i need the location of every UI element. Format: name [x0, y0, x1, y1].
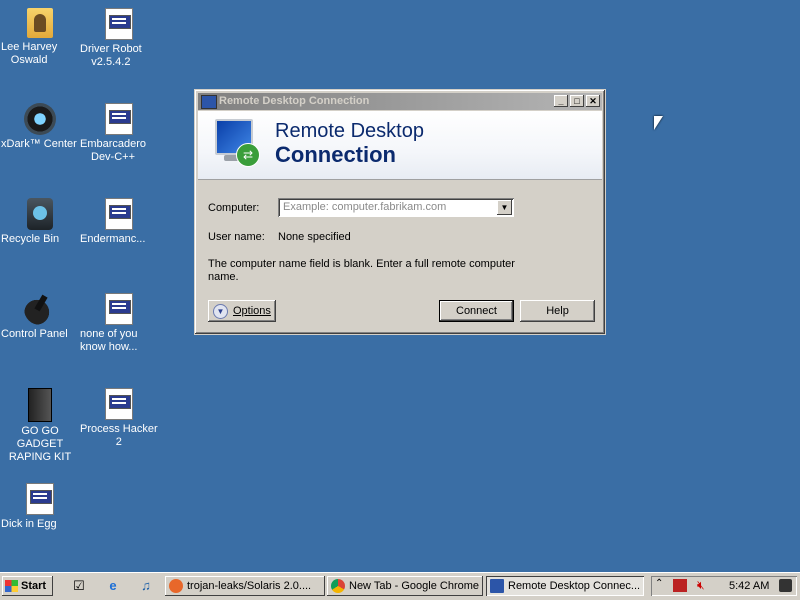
internet-explorer-icon[interactable]: e — [105, 578, 121, 594]
folder-icon — [27, 8, 53, 38]
volume-muted-icon[interactable]: 🔇︎ — [697, 578, 705, 593]
document-icon — [105, 388, 133, 420]
system-tray: ⌃ 🔇︎ 5:42 AM — [651, 576, 797, 596]
expand-circle-icon: ▼ — [213, 304, 228, 319]
desktop-icon-xdark-center[interactable]: xDark™ Center — [0, 103, 80, 150]
rdp-window: Remote Desktop Connection _ □ ✕ ⇄ Remote… — [194, 89, 606, 335]
connection-arrows-icon: ⇄ — [236, 143, 260, 167]
start-button[interactable]: Start — [2, 576, 53, 596]
tray-app-icon[interactable] — [779, 579, 792, 592]
desktop-icon-recycle-bin[interactable]: Recycle Bin — [0, 198, 80, 245]
ring-icon — [24, 103, 56, 135]
desktop-icon-endermanc[interactable]: Endermanc... — [79, 198, 159, 245]
document-icon — [26, 483, 54, 515]
desktop-icon-label: Dick in Egg — [1, 518, 57, 530]
document-icon — [105, 198, 133, 230]
taskbar-item-label: Remote Desktop Connec... — [508, 580, 641, 592]
document-icon — [105, 8, 133, 40]
computer-label: Computer: — [208, 202, 260, 214]
desktop-icon-process-hacker[interactable]: Process Hacker 2 — [79, 388, 159, 448]
desktop-icon-label: Process Hacker 2 — [80, 423, 158, 448]
maximize-button[interactable]: □ — [570, 95, 584, 107]
clock[interactable]: 5:42 AM — [729, 576, 769, 596]
minimize-button[interactable]: _ — [554, 95, 568, 107]
taskbar-item-trojan-leaks[interactable]: trojan-leaks/Solaris 2.0.... — [165, 576, 325, 596]
window-titlebar[interactable]: Remote Desktop Connection _ □ ✕ — [198, 93, 602, 110]
tray-expand-icon[interactable]: ⌃ — [655, 578, 663, 589]
document-icon — [105, 103, 133, 135]
rdp-banner: ⇄ Remote Desktop Connection — [198, 111, 602, 180]
help-button[interactable]: Help — [520, 300, 595, 322]
desktop-icon-label: none of you know how... — [80, 328, 138, 353]
banner-title-line1: Remote Desktop — [275, 120, 424, 142]
document-icon — [105, 293, 133, 325]
taskbar-item-label: New Tab - Google Chrome — [349, 580, 480, 592]
start-label: Start — [21, 580, 47, 592]
desktop-icon-dick-in-egg[interactable]: Dick in Egg — [0, 483, 80, 530]
desktop-icon-embarcadero[interactable]: Embarcadero Dev-C++ — [79, 103, 159, 163]
desktop-icon-label: Endermanc... — [80, 233, 146, 245]
banner-title-line2: Connection — [275, 142, 396, 167]
desktop-icon-lee-harvey-oswald[interactable]: Lee Harvey Oswald — [0, 8, 80, 66]
taskbar-item-chrome[interactable]: New Tab - Google Chrome — [327, 576, 483, 596]
gadget-icon — [28, 388, 52, 422]
rdp-app-icon — [201, 95, 217, 109]
desktop-icon-none-of-you[interactable]: none of you know how... — [79, 293, 159, 353]
desktop-icon-label: GO GO GADGET RAPING KIT — [8, 425, 72, 463]
recycle-bin-icon — [27, 198, 53, 230]
desktop-icon-label: Recycle Bin — [1, 233, 60, 245]
desktop-icon-control-panel[interactable]: Control Panel — [0, 293, 80, 340]
connect-button[interactable]: Connect — [439, 300, 514, 322]
media-player-icon[interactable]: ♫ — [138, 578, 154, 594]
username-value: None specified — [278, 231, 351, 243]
firefox-icon — [169, 579, 183, 593]
taskbar: Start ☑ e ♫ trojan-leaks/Solaris 2.0....… — [0, 572, 800, 600]
username-label: User name: — [208, 231, 265, 243]
desktop-icon-driver-robot[interactable]: Driver Robot v2.5.4.2 — [79, 8, 159, 68]
mouse-cursor-icon — [654, 116, 663, 130]
desktop-icon-label: Control Panel — [1, 328, 68, 340]
options-button[interactable]: ▼ Options — [208, 300, 276, 322]
rdp-app-icon — [490, 579, 504, 593]
status-message: The computer name field is blank. Enter … — [208, 258, 515, 283]
dropdown-arrow-icon[interactable]: ▼ — [497, 200, 512, 215]
desktop-icon-go-go-gadget[interactable]: GO GO GADGET RAPING KIT — [0, 388, 80, 463]
computer-combobox[interactable]: Example: computer.fabrikam.com ▼ — [278, 198, 514, 217]
chrome-icon — [331, 579, 345, 593]
desktop-icon-label: xDark™ Center — [1, 138, 77, 150]
desktop-icon-label: Driver Robot v2.5.4.2 — [80, 43, 142, 68]
taskbar-item-rdp[interactable]: Remote Desktop Connec... — [486, 576, 644, 596]
computer-input-placeholder: Example: computer.fabrikam.com — [283, 201, 447, 213]
show-desktop-icon[interactable]: ☑ — [71, 578, 87, 594]
desktop-icon-label: Embarcadero Dev-C++ — [80, 138, 147, 163]
windows-flag-icon — [5, 580, 18, 592]
desktop-icon-label: Lee Harvey Oswald — [1, 41, 58, 66]
taskbar-item-label: trojan-leaks/Solaris 2.0.... — [187, 580, 312, 592]
control-panel-icon — [24, 293, 56, 325]
options-label: Options — [233, 305, 271, 317]
network-status-icon[interactable] — [673, 579, 687, 592]
window-title: Remote Desktop Connection — [219, 95, 370, 107]
close-button[interactable]: ✕ — [586, 95, 600, 107]
